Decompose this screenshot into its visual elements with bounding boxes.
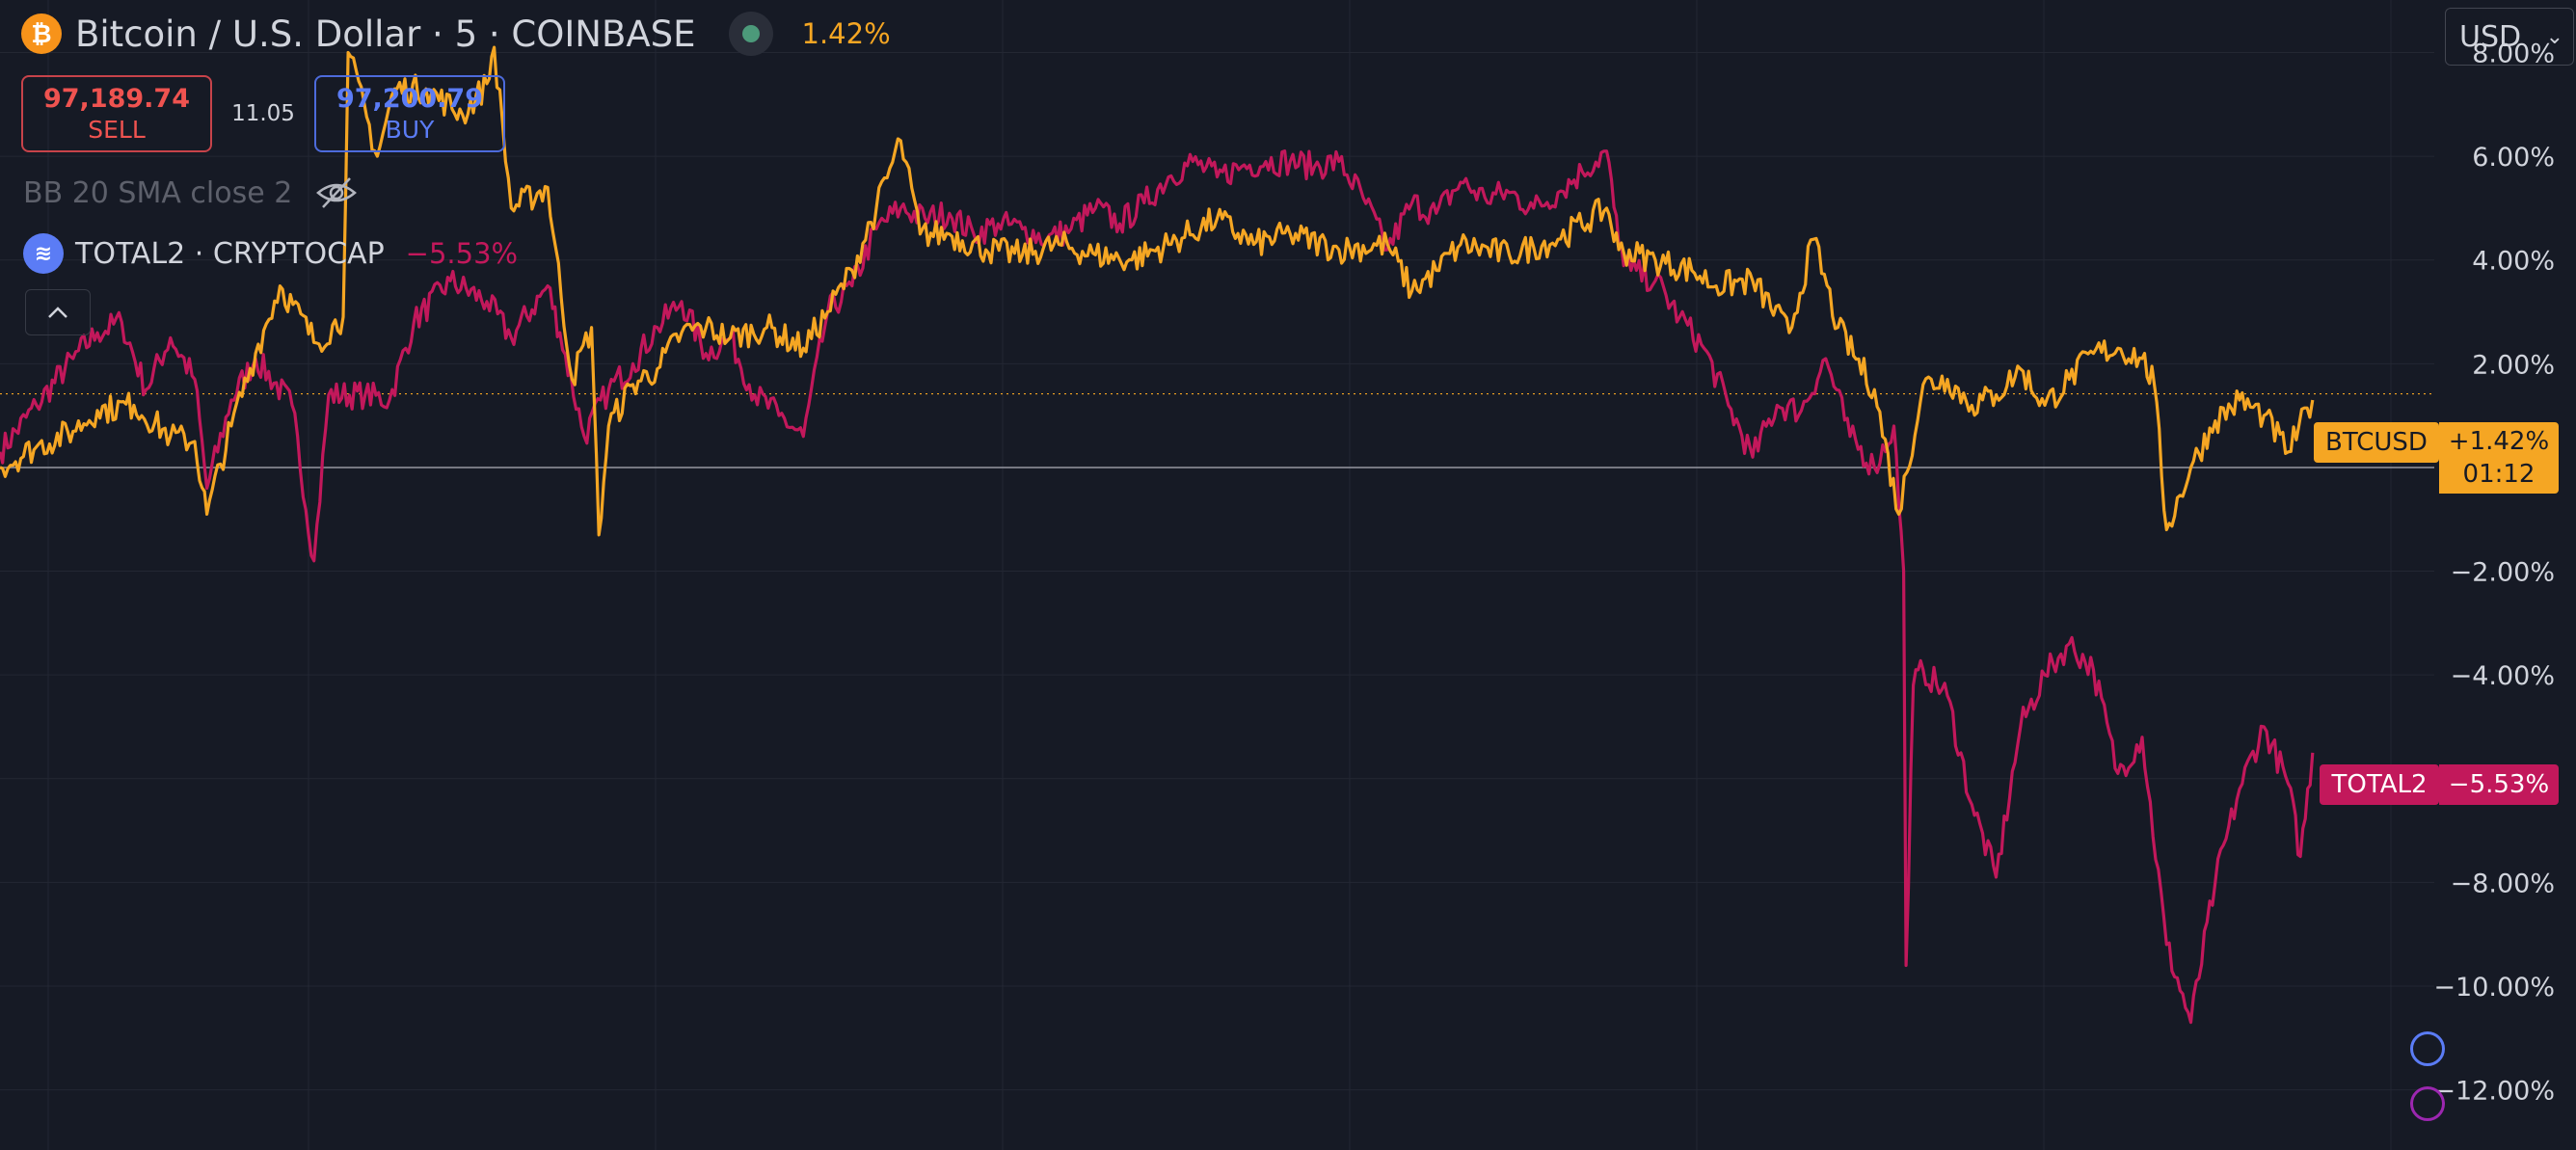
indicator-legend: BB 20 SMA close 2 (23, 175, 358, 210)
series-line-total2[interactable] (0, 149, 2315, 1025)
currency-value: USD (2459, 19, 2522, 54)
market-status-icon[interactable] (728, 12, 773, 56)
y-tick-label: −2.00% (2451, 558, 2555, 588)
y-axis: 8.00%6.00%4.00%2.00%0.00%−2.00%−4.00%−6.… (2433, 40, 2555, 1107)
indicator-label[interactable]: BB 20 SMA close 2 (23, 176, 292, 210)
compare-legend: ≋ TOTAL2 · CRYPTOCAP −5.53% (23, 233, 518, 274)
symbol-title[interactable]: Bitcoin / U.S. Dollar · 5 · COINBASE (75, 13, 696, 55)
buy-label: BUY (385, 116, 435, 144)
bitcoin-icon[interactable]: ₿ (21, 13, 62, 54)
y-tick-label: −4.00% (2451, 661, 2555, 691)
cryptocap-icon: ≋ (23, 233, 64, 274)
price-change: 1.42% (801, 17, 891, 50)
trade-buttons: 97,189.74 SELL 11.05 97,200.79 BUY (21, 75, 505, 152)
chevron-up-icon (48, 307, 67, 318)
total2-series-badge: TOTAL2 (2320, 764, 2439, 805)
btc-series-badge: BTCUSD (2314, 422, 2439, 463)
eye-hidden-icon[interactable] (315, 175, 358, 210)
spread-value: 11.05 (231, 101, 295, 126)
collapse-legend-button[interactable] (25, 289, 91, 335)
sell-price: 97,189.74 (42, 84, 191, 114)
total2-value-badge: −5.53% (2439, 764, 2559, 805)
y-tick-label: 2.00% (2472, 350, 2555, 380)
y-tick-label: 4.00% (2472, 247, 2555, 277)
y-tick-label: −8.00% (2451, 869, 2555, 898)
y-tick-label: −10.00% (2433, 973, 2555, 1003)
compare-symbol[interactable]: TOTAL2 · CRYPTOCAP (75, 237, 385, 271)
buy-button[interactable]: 97,200.79 BUY (314, 75, 505, 152)
y-tick-label: 6.00% (2472, 143, 2555, 173)
sell-button[interactable]: 97,189.74 SELL (21, 75, 212, 152)
price-chart[interactable]: 8.00%6.00%4.00%2.00%0.00%−2.00%−4.00%−6.… (0, 0, 2576, 1150)
lightning-icon[interactable] (2410, 1086, 2445, 1121)
sell-label: SELL (88, 116, 146, 144)
btc-countdown: 01:12 (2462, 460, 2536, 489)
buy-price: 97,200.79 (335, 84, 484, 114)
symbol-legend: ₿ Bitcoin / U.S. Dollar · 5 · COINBASE 1… (21, 12, 891, 56)
y-tick-label: −12.00% (2433, 1077, 2555, 1107)
currency-select[interactable]: USD ⌄ (2445, 8, 2574, 66)
chevron-down-icon: ⌄ (2545, 24, 2563, 49)
alert-icon[interactable] (2410, 1031, 2445, 1066)
btc-value-badge: +1.42% 01:12 (2439, 422, 2559, 494)
btc-value: +1.42% (2448, 427, 2550, 456)
compare-change: −5.53% (405, 237, 519, 270)
